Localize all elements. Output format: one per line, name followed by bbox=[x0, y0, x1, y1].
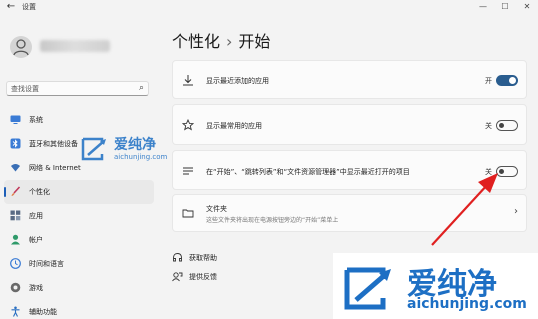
breadcrumb-current: 开始 bbox=[238, 32, 271, 51]
folders-description: 这些文件夹将出现在电源按钮旁边的“开始”菜单上 bbox=[206, 217, 339, 224]
maximize-button[interactable]: ☐ bbox=[494, 0, 516, 14]
toggle-state-text: 关 bbox=[485, 122, 492, 130]
sidebar-item-accessibility[interactable]: 辅助功能 bbox=[4, 300, 154, 319]
search-placeholder: 查找设置 bbox=[11, 85, 39, 93]
get-help-link[interactable]: 获取帮助 bbox=[172, 251, 252, 265]
give-feedback-label: 提供反馈 bbox=[189, 273, 217, 281]
person-silhouette-icon bbox=[13, 39, 29, 56]
toggle-state-text: 关 bbox=[485, 168, 492, 176]
window-controls: — ☐ ✕ bbox=[472, 0, 538, 14]
recent-apps-toggle[interactable] bbox=[496, 75, 518, 86]
sidebar-item-label: 蓝牙和其他设备 bbox=[29, 140, 78, 148]
sidebar-item-time-language[interactable]: 时间和语言 bbox=[4, 252, 154, 276]
bluetooth-icon bbox=[10, 138, 21, 149]
watermark-aichunjing-large: 爱纯净 aichunjing.com bbox=[333, 253, 538, 319]
help-icon bbox=[173, 253, 182, 262]
folder-icon bbox=[182, 209, 194, 218]
list-icon bbox=[183, 167, 193, 175]
chevron-right-icon: › bbox=[514, 206, 518, 217]
breadcrumb-separator: › bbox=[226, 32, 233, 51]
sidebar-item-apps[interactable]: 应用 bbox=[4, 204, 154, 228]
feedback-icon bbox=[172, 272, 183, 282]
folders-label: 文件夹 bbox=[206, 205, 227, 213]
setting-row-recent-apps: 显示最近添加的应用 开 bbox=[172, 60, 527, 99]
watermark-url: aichunjing.com bbox=[114, 153, 168, 161]
setting-row-recent-items: 在“开始”、“跳转列表”和“文件资源管理器”中显示最近打开的项目 关 bbox=[172, 150, 527, 190]
apps-icon bbox=[10, 210, 21, 221]
gamepad-icon bbox=[10, 282, 21, 293]
folders-row[interactable]: 文件夹 这些文件夹将出现在电源按钮旁边的“开始”菜单上 › bbox=[172, 194, 527, 232]
user-name-blurred bbox=[40, 40, 110, 52]
star-icon bbox=[182, 119, 194, 131]
setting-row-most-used: 显示最常用的应用 关 bbox=[172, 104, 527, 145]
sidebar-item-personalization[interactable]: 个性化 bbox=[4, 180, 154, 204]
sidebar-item-label: 帐户 bbox=[29, 236, 43, 244]
sidebar-item-gaming[interactable]: 游戏 bbox=[4, 276, 154, 300]
sidebar-item-label: 个性化 bbox=[29, 188, 50, 196]
minimize-button[interactable]: — bbox=[472, 0, 494, 14]
brush-icon bbox=[11, 186, 21, 196]
sidebar-item-label: 辅助功能 bbox=[29, 308, 57, 316]
app-title: 设置 bbox=[22, 3, 36, 11]
download-icon bbox=[183, 75, 193, 86]
clock-globe-icon bbox=[10, 258, 21, 269]
wifi-icon bbox=[11, 164, 20, 172]
search-icon: ⌕ bbox=[138, 83, 144, 93]
sidebar-item-label: 时间和语言 bbox=[29, 260, 64, 268]
accessibility-icon bbox=[11, 306, 20, 317]
monitor-icon bbox=[10, 115, 21, 124]
sidebar-item-system[interactable]: 系统 bbox=[4, 108, 154, 132]
aichunjing-logo-icon bbox=[344, 267, 391, 310]
aichunjing-logo-icon bbox=[81, 137, 106, 161]
settings-window: ← 设置 — ☐ ✕ 查找设置 ⌕ 系统 蓝牙和其他设备 网络 & Intern… bbox=[0, 0, 538, 319]
sidebar-item-label: 应用 bbox=[29, 212, 43, 220]
get-help-label: 获取帮助 bbox=[189, 254, 217, 262]
page-title: 个性化 › 开始 bbox=[172, 28, 270, 52]
sidebar-item-label: 系统 bbox=[29, 116, 43, 124]
sidebar-item-accounts[interactable]: 帐户 bbox=[4, 228, 154, 252]
back-button[interactable]: ← bbox=[4, 0, 18, 14]
sidebar-item-label: 网络 & Internet bbox=[29, 164, 81, 172]
breadcrumb-parent[interactable]: 个性化 bbox=[172, 32, 220, 51]
toggle-state-text: 开 bbox=[485, 77, 492, 85]
recent-items-toggle[interactable] bbox=[496, 166, 518, 177]
close-button[interactable]: ✕ bbox=[516, 0, 538, 14]
give-feedback-link[interactable]: 提供反馈 bbox=[172, 270, 252, 284]
sidebar-item-label: 游戏 bbox=[29, 284, 43, 292]
most-used-toggle[interactable] bbox=[496, 120, 518, 131]
watermark-url: aichunjing.com bbox=[407, 296, 527, 312]
watermark-name: 爱纯净 bbox=[114, 137, 156, 153]
person-icon bbox=[11, 234, 20, 245]
avatar[interactable] bbox=[10, 36, 32, 58]
title-bar: ← 设置 — ☐ ✕ bbox=[0, 0, 538, 14]
setting-label: 显示最近添加的应用 bbox=[206, 77, 269, 85]
watermark-aichunjing: 爱纯净 aichunjing.com bbox=[80, 133, 180, 167]
setting-label: 显示最常用的应用 bbox=[206, 122, 262, 130]
search-input[interactable]: 查找设置 ⌕ bbox=[6, 81, 149, 96]
setting-label: 在“开始”、“跳转列表”和“文件资源管理器”中显示最近打开的项目 bbox=[206, 168, 410, 176]
